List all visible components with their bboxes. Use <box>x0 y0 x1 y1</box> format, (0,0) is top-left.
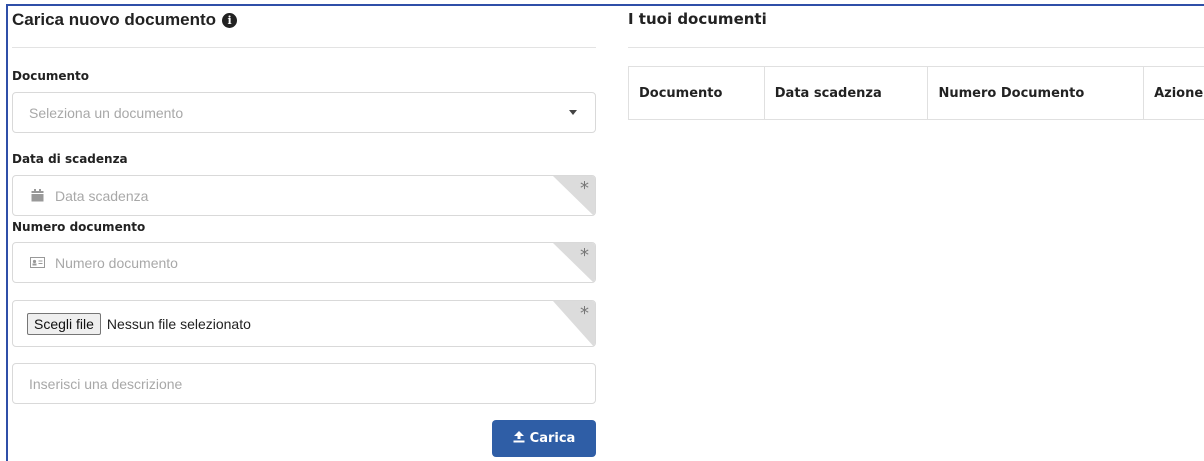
expiry-date-placeholder: Data scadenza <box>55 187 149 204</box>
info-circle-icon[interactable]: i <box>222 12 238 28</box>
document-number-placeholder: Numero documento <box>55 254 178 271</box>
document-label: Documento <box>12 69 90 83</box>
required-indicator: * <box>553 176 595 215</box>
choose-file-button[interactable]: Scegli file <box>27 312 101 335</box>
required-indicator: * <box>553 243 595 282</box>
expiry-label: Data di scadenza <box>12 152 128 166</box>
column-header-documento[interactable]: Documento <box>629 67 765 119</box>
calendar-icon <box>29 189 45 202</box>
required-asterisk-icon: * <box>580 245 589 266</box>
expiry-date-input[interactable]: Data scadenza * <box>12 175 596 216</box>
document-number-input[interactable]: Numero documento * <box>12 242 596 283</box>
id-card-icon <box>29 257 45 268</box>
upload-button[interactable]: Carica <box>492 420 596 457</box>
documents-table: Documento Data scadenza Numero Documento… <box>628 66 1204 120</box>
upload-icon <box>513 430 525 447</box>
column-header-azione[interactable]: Azione <box>1144 67 1204 119</box>
description-input[interactable]: Inserisci una descrizione <box>12 363 596 404</box>
column-header-data-scadenza[interactable]: Data scadenza <box>765 67 929 119</box>
required-asterisk-icon: * <box>580 303 589 324</box>
file-upload-field: Scegli file Nessun file selezionato * <box>12 300 596 347</box>
number-label: Numero documento <box>12 220 146 234</box>
upload-button-label: Carica <box>529 431 576 446</box>
document-select-value: Seleziona un documento <box>29 104 184 121</box>
upload-panel-title: Carica nuovo documento i <box>12 10 238 30</box>
upload-panel: Carica nuovo documento i Documento Selez… <box>12 0 596 461</box>
upload-title-text: Carica nuovo documento <box>12 10 217 29</box>
divider <box>12 47 596 48</box>
file-status-text: Nessun file selezionato <box>106 315 251 332</box>
required-asterisk-icon: * <box>580 178 589 199</box>
document-select[interactable]: Seleziona un documento <box>12 92 596 133</box>
required-indicator: * <box>553 301 595 346</box>
description-placeholder: Inserisci una descrizione <box>29 375 183 392</box>
documents-panel-title: I tuoi documenti <box>628 10 767 28</box>
documents-panel: I tuoi documenti Documento Data scadenza… <box>628 0 1204 461</box>
divider <box>628 47 1204 48</box>
chevron-down-icon <box>569 110 577 115</box>
column-header-numero-documento[interactable]: Numero Documento <box>928 67 1145 119</box>
